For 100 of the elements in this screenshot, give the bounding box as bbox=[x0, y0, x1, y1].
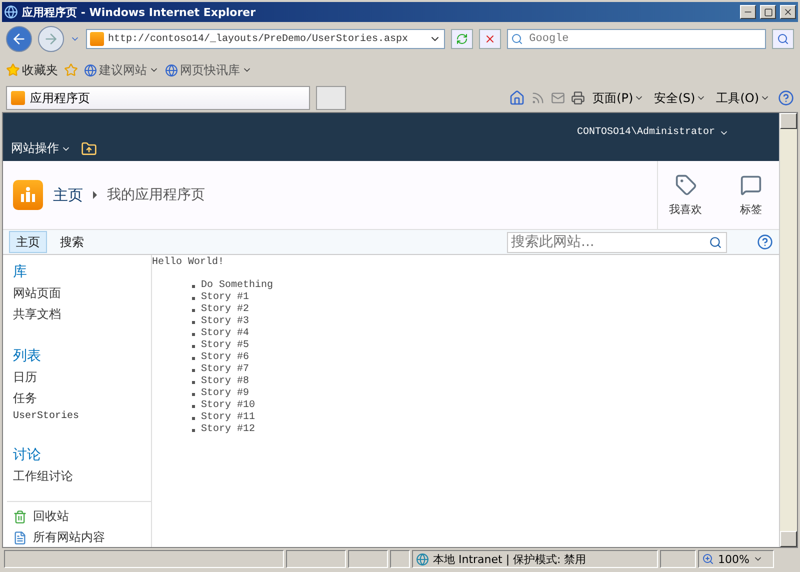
bullet-icon bbox=[192, 369, 195, 372]
folder-icon bbox=[81, 141, 97, 157]
nav-tab[interactable]: 搜索 bbox=[53, 231, 91, 253]
back-button[interactable] bbox=[6, 26, 32, 52]
nav-heading[interactable]: 讨论 bbox=[13, 446, 151, 464]
address-bar[interactable]: http://contoso14/_layouts/PreDemo/UserStories.aspx bbox=[86, 29, 446, 49]
feed-icon bbox=[530, 91, 545, 105]
nav-link[interactable]: 日历 bbox=[13, 369, 151, 386]
bullet-icon bbox=[192, 357, 195, 360]
status-bar-pane bbox=[348, 550, 388, 568]
nav-link[interactable]: 工作组讨论 bbox=[13, 468, 151, 485]
tag-icon bbox=[674, 174, 696, 196]
stop-button[interactable] bbox=[479, 29, 502, 49]
list-item: Story #10 bbox=[201, 400, 256, 412]
list-item: Story #2 bbox=[201, 304, 250, 316]
bullet-icon bbox=[192, 393, 195, 396]
command-menu[interactable]: 页面(P) bbox=[590, 90, 646, 106]
globe-icon bbox=[84, 64, 97, 76]
like-button[interactable]: 我喜欢 bbox=[657, 161, 713, 229]
search-icon bbox=[709, 236, 722, 248]
forward-icon bbox=[43, 31, 59, 47]
nav-link[interactable]: 任务 bbox=[13, 390, 151, 407]
nav-heading[interactable]: 库 bbox=[13, 263, 151, 281]
maximize-icon bbox=[764, 8, 772, 16]
bullet-icon bbox=[192, 321, 195, 324]
forward-button[interactable] bbox=[38, 26, 64, 52]
help-icon bbox=[778, 90, 794, 106]
nav-link[interactable]: UserStories bbox=[13, 411, 151, 422]
favorites-link[interactable]: 网页快讯库 bbox=[165, 62, 252, 78]
mail-icon bbox=[550, 91, 565, 105]
bullet-icon bbox=[192, 297, 195, 300]
refresh-button[interactable] bbox=[451, 29, 474, 49]
site-actions-menu[interactable]: 网站操作 bbox=[11, 140, 71, 157]
site-icon bbox=[11, 91, 25, 105]
close-button[interactable] bbox=[780, 5, 796, 19]
list-item: Story #4 bbox=[201, 328, 250, 340]
breadcrumb-link[interactable]: 主页 bbox=[53, 186, 83, 204]
list-item: Story #7 bbox=[201, 364, 250, 376]
help-icon bbox=[757, 234, 773, 250]
list-item: Story #9 bbox=[201, 388, 250, 400]
site-logo bbox=[13, 180, 43, 210]
command-menu[interactable]: 工具(O) bbox=[714, 90, 772, 106]
document-icon bbox=[13, 530, 27, 544]
home-icon bbox=[508, 90, 525, 106]
close-icon bbox=[783, 7, 793, 17]
list-item: Story #1 bbox=[201, 292, 250, 304]
zoom-icon bbox=[702, 553, 714, 565]
address-url: http://contoso14/_layouts/PreDemo/UserStories.aspx bbox=[108, 34, 410, 44]
zoom-control[interactable]: 100% bbox=[698, 550, 774, 568]
window-title: 应用程序页 - Windows Internet Explorer bbox=[22, 4, 256, 20]
search-icon bbox=[511, 33, 524, 45]
bullet-icon bbox=[192, 345, 195, 348]
breadcrumb-separator-icon bbox=[93, 191, 97, 199]
back-icon bbox=[11, 31, 27, 47]
tags-button[interactable]: 标签 bbox=[723, 161, 779, 229]
nav-link[interactable]: 网站页面 bbox=[13, 285, 151, 302]
scrollbar[interactable] bbox=[779, 113, 797, 547]
bullet-icon bbox=[192, 309, 195, 312]
security-zone: 本地 Intranet | 保护模式: 禁用 bbox=[412, 550, 658, 568]
list-item: Story #11 bbox=[201, 412, 256, 424]
speech-bubble-icon bbox=[740, 174, 762, 196]
status-bar-pane bbox=[390, 550, 410, 568]
refresh-icon bbox=[456, 33, 468, 45]
nav-link[interactable]: 回收站 bbox=[13, 508, 151, 525]
list-item: Story #5 bbox=[201, 340, 250, 352]
site-search-box[interactable]: 搜索此网站... bbox=[507, 232, 727, 252]
page-title: 我的应用程序页 bbox=[107, 186, 205, 204]
bullet-icon bbox=[192, 429, 195, 432]
search-input[interactable]: Google bbox=[527, 32, 762, 46]
list-item: Story #6 bbox=[201, 352, 250, 364]
trash-icon bbox=[13, 510, 27, 524]
browser-tab[interactable]: 应用程序页 bbox=[6, 86, 310, 110]
maximize-button[interactable] bbox=[760, 5, 776, 19]
bullet-icon bbox=[192, 417, 195, 420]
bullet-icon bbox=[192, 405, 195, 408]
status-bar-pane bbox=[660, 550, 696, 568]
globe-icon bbox=[416, 552, 429, 566]
content-heading: Hello World! bbox=[152, 257, 226, 268]
site-icon bbox=[90, 32, 104, 46]
nav-heading[interactable]: 列表 bbox=[13, 347, 151, 365]
user-menu[interactable]: CONTOSO14\Administrator bbox=[576, 127, 729, 138]
globe-icon bbox=[165, 64, 178, 76]
list-item: Story #3 bbox=[201, 316, 250, 328]
command-menu[interactable]: 安全(S) bbox=[652, 90, 708, 106]
list-item: Story #12 bbox=[201, 424, 256, 436]
favorites-button[interactable]: 收藏夹 bbox=[6, 62, 58, 78]
globe-icon bbox=[4, 5, 18, 19]
minimize-button[interactable] bbox=[740, 5, 756, 19]
nav-tab[interactable]: 主页 bbox=[9, 231, 47, 253]
print-icon bbox=[570, 91, 585, 105]
search-box[interactable]: Google bbox=[507, 29, 766, 49]
nav-link[interactable]: 共享文档 bbox=[13, 306, 151, 323]
search-button[interactable] bbox=[772, 29, 794, 49]
add-favorite-icon bbox=[64, 63, 78, 77]
search-icon bbox=[777, 33, 789, 45]
stop-icon bbox=[484, 33, 496, 45]
star-icon bbox=[6, 63, 20, 77]
bullet-icon bbox=[192, 381, 195, 384]
favorites-link[interactable]: 建议网站 bbox=[84, 62, 159, 78]
nav-link[interactable]: 所有网站内容 bbox=[13, 529, 151, 546]
